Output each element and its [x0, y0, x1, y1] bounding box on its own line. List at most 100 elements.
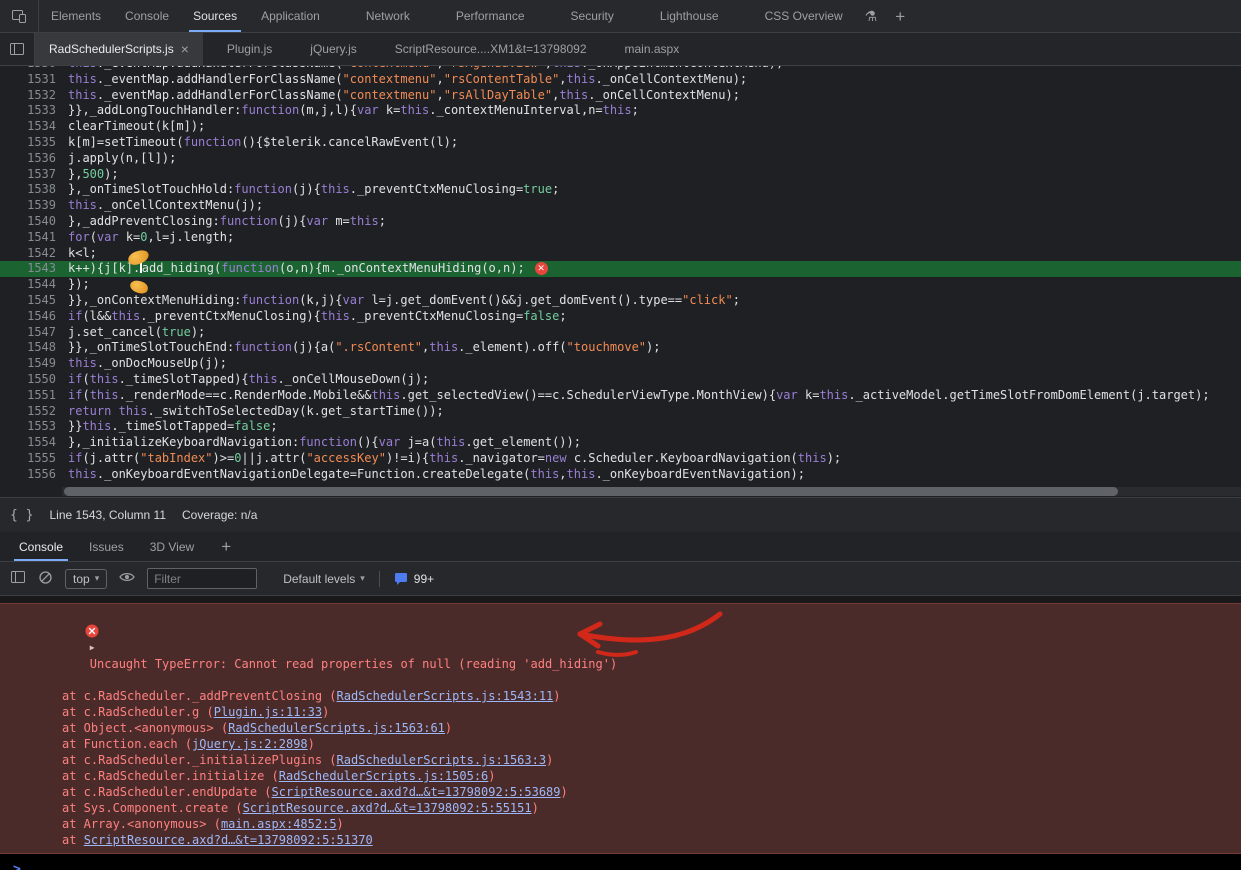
panel-tab-elements[interactable]: Elements — [39, 0, 113, 32]
line-number[interactable]: 1534 — [0, 119, 68, 135]
code-line-1542[interactable]: 1542k<l; — [0, 246, 1241, 262]
code-line-1554[interactable]: 1554},_initializeKeyboardNavigation:func… — [0, 435, 1241, 451]
drawer-tab-issues[interactable]: Issues — [76, 532, 137, 561]
panel-tab-network[interactable]: Network — [354, 0, 422, 32]
extension-panel-icon[interactable]: ⚗ — [865, 8, 878, 25]
stack-frame-link[interactable]: ScriptResource.axd?d…&t=13798092:5:55151 — [243, 801, 532, 815]
file-tab[interactable]: ScriptResource....XM1&t=13798092 — [381, 33, 601, 65]
line-number[interactable]: 1554 — [0, 435, 68, 451]
code-line-1552[interactable]: 1552return this._switchToSelectedDay(k.g… — [0, 404, 1241, 420]
line-number[interactable]: 1545 — [0, 293, 68, 309]
stack-frame-link[interactable]: ScriptResource.axd?d…&t=13798092:5:53689 — [272, 785, 561, 799]
stack-frame-link[interactable]: jQuery.js:2:2898 — [192, 737, 308, 751]
code-line-1541[interactable]: 1541for(var k=0,l=j.length; — [0, 230, 1241, 246]
panel-tab-css-overview[interactable]: CSS Overview — [753, 0, 855, 32]
stack-frame-link[interactable]: ScriptResource.axd?d…&t=13798092:5:51370 — [84, 833, 373, 847]
line-number[interactable]: 1541 — [0, 230, 68, 246]
horizontal-scrollbar[interactable] — [0, 486, 1241, 497]
code-line-1553[interactable]: 1553}}this._timeSlotTapped=false; — [0, 419, 1241, 435]
line-number[interactable]: 1535 — [0, 135, 68, 151]
file-tab[interactable]: main.aspx — [611, 33, 694, 65]
code-line-1533[interactable]: 1533}},_addLongTouchHandler:function(m,j… — [0, 103, 1241, 119]
line-number[interactable]: 1546 — [0, 309, 68, 325]
line-number[interactable]: 1532 — [0, 88, 68, 104]
toggle-navigator-button[interactable] — [0, 33, 35, 65]
drawer-tab-3d-view[interactable]: 3D View — [137, 532, 207, 561]
stack-frame-text: at c.RadScheduler._addPreventClosing ( — [62, 689, 337, 703]
clear-console-button[interactable] — [38, 570, 53, 588]
line-number[interactable]: 1556 — [0, 467, 68, 483]
stack-frame-link[interactable]: RadSchedulerScripts.js:1563:61 — [228, 721, 445, 735]
context-selector[interactable]: top ▾ — [65, 569, 107, 589]
scrollbar-thumb[interactable] — [64, 487, 1118, 496]
panel-tab-security[interactable]: Security — [559, 0, 626, 32]
line-number[interactable]: 1553 — [0, 419, 68, 435]
panel-tab-performance[interactable]: Performance — [444, 0, 537, 32]
add-drawer-tab-button[interactable]: + — [207, 532, 245, 561]
line-number[interactable]: 1540 — [0, 214, 68, 230]
file-tab[interactable]: Plugin.js — [213, 33, 286, 65]
code-line-1547[interactable]: 1547j.set_cancel(true); — [0, 325, 1241, 341]
code-line-1535[interactable]: 1535k[m]=setTimeout(function(){$telerik.… — [0, 135, 1241, 151]
code-line-1532[interactable]: 1532this._eventMap.addHandlerForClassNam… — [0, 88, 1241, 104]
console-sidebar-button[interactable] — [10, 569, 26, 588]
code-line-1551[interactable]: 1551if(this._renderMode==c.RenderMode.Mo… — [0, 388, 1241, 404]
pretty-print-button[interactable]: { } — [10, 508, 33, 523]
live-expression-button[interactable] — [119, 571, 135, 586]
line-number[interactable]: 1544 — [0, 277, 68, 293]
panel-tab-sources[interactable]: Sources — [181, 0, 249, 32]
line-number[interactable]: 1551 — [0, 388, 68, 404]
code-line-1534[interactable]: 1534clearTimeout(k[m]); — [0, 119, 1241, 135]
code-line-1536[interactable]: 1536j.apply(n,[l]); — [0, 151, 1241, 167]
code-line-1546[interactable]: 1546if(l&&this._preventCtxMenuClosing){t… — [0, 309, 1241, 325]
line-number[interactable]: 1531 — [0, 72, 68, 88]
code-line-1555[interactable]: 1555if(j.attr("tabIndex")>=0||j.attr("ac… — [0, 451, 1241, 467]
panel-tab-console[interactable]: Console — [113, 0, 181, 32]
stack-frame-link[interactable]: RadSchedulerScripts.js:1543:11 — [337, 689, 554, 703]
line-number[interactable]: 1538 — [0, 182, 68, 198]
issues-counter[interactable]: 99+ — [394, 572, 434, 586]
drawer-tab-console[interactable]: Console — [6, 532, 76, 561]
file-tab[interactable]: RadSchedulerScripts.js× — [35, 33, 203, 65]
line-number[interactable]: 1542 — [0, 246, 68, 262]
issues-icon — [394, 572, 408, 586]
line-number[interactable]: 1548 — [0, 340, 68, 356]
line-number[interactable]: 1549 — [0, 356, 68, 372]
line-number[interactable]: 1547 — [0, 325, 68, 341]
line-number[interactable]: 1537 — [0, 167, 68, 183]
code-line-1549[interactable]: 1549this._onDocMouseUp(j); — [0, 356, 1241, 372]
line-number[interactable]: 1533 — [0, 103, 68, 119]
console-prompt[interactable]: > — [0, 862, 1241, 870]
line-number[interactable]: 1543 — [0, 261, 68, 277]
source-editor[interactable]: 1530this._eventMap.addHandlerForClassNam… — [0, 66, 1241, 486]
device-toolbar-button[interactable] — [0, 0, 39, 32]
code-line-1543[interactable]: 1543k++){j[k].add_hiding(function(o,n){m… — [0, 261, 1241, 277]
code-line-1550[interactable]: 1550if(this._timeSlotTapped){this._onCel… — [0, 372, 1241, 388]
inline-error-icon[interactable]: ✕ — [535, 262, 548, 275]
code-line-1539[interactable]: 1539this._onCellContextMenu(j); — [0, 198, 1241, 214]
code-line-1538[interactable]: 1538},_onTimeSlotTouchHold:function(j){t… — [0, 182, 1241, 198]
file-tab[interactable]: jQuery.js — [296, 33, 370, 65]
stack-frame-link[interactable]: Plugin.js:11:33 — [214, 705, 322, 719]
stack-frame-link[interactable]: main.aspx:4852:5 — [221, 817, 337, 831]
filter-input[interactable] — [147, 568, 257, 589]
add-panel-button[interactable]: + — [895, 8, 905, 25]
code-line-1548[interactable]: 1548}},_onTimeSlotTouchEnd:function(j){a… — [0, 340, 1241, 356]
close-icon[interactable]: × — [181, 42, 189, 56]
line-number[interactable]: 1539 — [0, 198, 68, 214]
panel-tab-application[interactable]: Application — [249, 0, 332, 32]
code-line-1556[interactable]: 1556this._onKeyboardEventNavigationDeleg… — [0, 467, 1241, 483]
line-number[interactable]: 1550 — [0, 372, 68, 388]
code-line-1540[interactable]: 1540},_addPreventClosing:function(j){var… — [0, 214, 1241, 230]
stack-frame-link[interactable]: RadSchedulerScripts.js:1505:6 — [279, 769, 489, 783]
code-line-1537[interactable]: 1537},500); — [0, 167, 1241, 183]
code-line-1544[interactable]: 1544}); — [0, 277, 1241, 293]
log-levels-dropdown[interactable]: Default levels ▾ — [283, 572, 365, 586]
code-line-1545[interactable]: 1545}},_onContextMenuHiding:function(k,j… — [0, 293, 1241, 309]
panel-tab-lighthouse[interactable]: Lighthouse — [648, 0, 731, 32]
code-line-1531[interactable]: 1531this._eventMap.addHandlerForClassNam… — [0, 72, 1241, 88]
line-number[interactable]: 1555 — [0, 451, 68, 467]
stack-frame-link[interactable]: RadSchedulerScripts.js:1563:3 — [337, 753, 547, 767]
line-number[interactable]: 1552 — [0, 404, 68, 420]
line-number[interactable]: 1536 — [0, 151, 68, 167]
